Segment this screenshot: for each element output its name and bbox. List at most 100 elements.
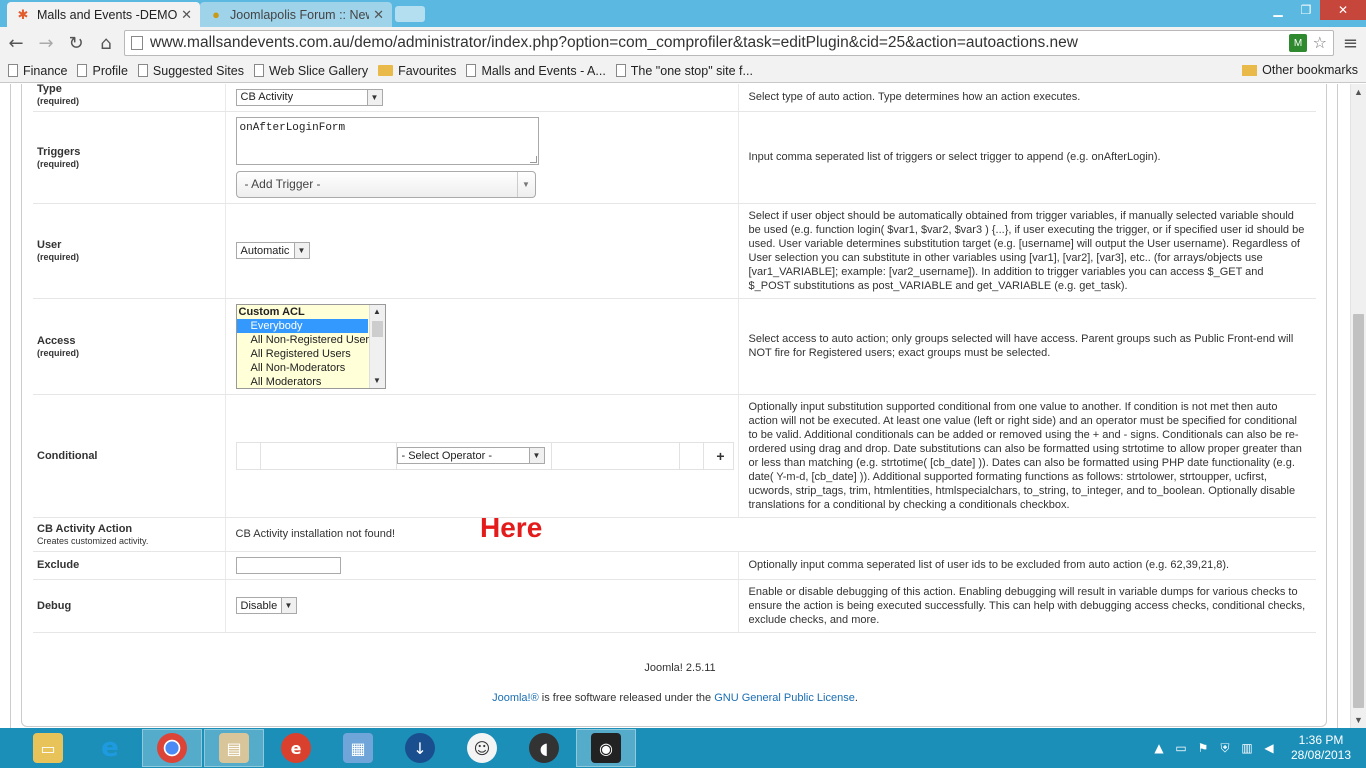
access-option[interactable]: All Registered Users — [237, 347, 385, 361]
type-label: Type — [37, 84, 62, 95]
new-tab-button[interactable] — [395, 6, 425, 22]
scroll-up-icon[interactable]: ▲ — [1351, 84, 1366, 100]
listbox-scrollbar[interactable]: ▲ ▼ — [368, 304, 385, 388]
bookmark-label: Suggested Sites — [152, 63, 244, 78]
window-close-icon[interactable]: ✕ — [1320, 0, 1366, 20]
other-bookmarks[interactable]: Other bookmarks — [1242, 63, 1358, 77]
folder-icon — [378, 65, 394, 76]
debug-select[interactable]: Disable ▼ — [235, 597, 297, 614]
user-required: (required) — [37, 252, 80, 262]
license-end: . — [854, 692, 858, 704]
user-select[interactable]: Automatic ▼ — [235, 242, 310, 259]
taskbar-chrome[interactable] — [142, 729, 202, 767]
operator-select[interactable]: - Select Operator - ▼ — [396, 447, 545, 464]
url-text[interactable]: www.mallsandevents.com.au/demo/administr… — [150, 34, 1078, 52]
tab-close-icon[interactable]: ✕ — [181, 7, 192, 23]
page-content: Type (required) CB Activity ▼ Select typ… — [0, 84, 1350, 728]
cb-activity-not-found: CB Activity installation not found! — [235, 528, 396, 540]
row-triggers: Triggers (required) onAfterLoginForm - A… — [33, 111, 1316, 204]
bookmark-star-icon[interactable]: ☆ — [1313, 33, 1327, 52]
row-cb-activity-action: CB Activity Action Creates customized ac… — [33, 517, 1316, 552]
resize-grip-icon[interactable] — [529, 155, 537, 163]
conditional-label: Conditional — [37, 449, 98, 462]
browser-toolbar: ← → ↻ ⌂ www.mallsandevents.com.au/demo/a… — [0, 27, 1366, 59]
user-select-value: Automatic — [240, 244, 290, 257]
page-icon — [131, 36, 143, 50]
bookmark-web-slice-gallery[interactable]: Web Slice Gallery — [253, 64, 368, 78]
taskbar-file-explorer[interactable]: ▭ — [18, 729, 78, 767]
taskbar-app-e[interactable]: e — [266, 729, 326, 767]
flag-icon[interactable]: ⚑ — [1192, 741, 1214, 755]
conditional-left-value[interactable] — [261, 442, 397, 469]
taskbar-clock[interactable]: 1:36 PM 28/08/2013 — [1286, 733, 1356, 763]
back-arrow-icon[interactable]: ← — [2, 29, 30, 57]
page-icon — [466, 64, 477, 77]
bookmark-one-stop-site[interactable]: The "one stop" site f... — [615, 64, 753, 78]
chrome-menu-icon[interactable]: ≡ — [1343, 33, 1358, 54]
address-bar[interactable]: www.mallsandevents.com.au/demo/administr… — [124, 30, 1334, 56]
bookmark-malls-and-events[interactable]: Malls and Events - A... — [466, 64, 606, 78]
taskbar-download[interactable]: ↓ — [390, 729, 450, 767]
access-option[interactable]: All Moderators — [237, 375, 385, 388]
access-option[interactable]: All Non-Registered Users — [237, 333, 385, 347]
browser-tab-active[interactable]: ✱ Malls and Events -DEMO S ✕ — [7, 2, 200, 27]
joomla-link[interactable]: Joomla!® — [492, 692, 539, 704]
taskbar-explorer-window[interactable]: ▤ — [204, 729, 264, 767]
add-trigger-select[interactable]: - Add Trigger - ▼ — [235, 170, 536, 198]
row-user: User (required) Automatic ▼ Select if us… — [33, 203, 1316, 299]
browser-tab-inactive[interactable]: ● Joomlapolis Forum :: New ✕ — [200, 2, 392, 27]
access-option[interactable]: All Non-Moderators — [237, 361, 385, 375]
drag-handle[interactable] — [237, 442, 261, 469]
minimize-icon[interactable]: ▁ — [1264, 0, 1292, 20]
show-hidden-icons-icon[interactable]: ▲ — [1148, 741, 1170, 755]
taskbar-mascot-app[interactable]: ☺ — [452, 729, 512, 767]
translate-checkbox-cell[interactable] — [680, 442, 704, 469]
forward-arrow-icon[interactable]: → — [32, 29, 60, 57]
bookmark-suggested-sites[interactable]: Suggested Sites — [137, 63, 244, 78]
access-option[interactable]: Everybody — [236, 318, 368, 333]
volume-icon[interactable]: ◀ — [1258, 741, 1280, 755]
bookmark-profile[interactable]: Profile — [77, 64, 128, 78]
page-scrollbar[interactable]: ▲ ▼ — [1350, 84, 1366, 728]
forum-favicon-icon: ● — [212, 7, 220, 22]
scroll-up-icon[interactable]: ▲ — [370, 305, 385, 319]
scroll-down-icon[interactable]: ▼ — [370, 374, 385, 388]
triggers-description: Input comma seperated list of triggers o… — [738, 111, 1316, 204]
taskbar-speaker-app[interactable]: ◖ — [514, 729, 574, 767]
scroll-thumb[interactable] — [371, 320, 383, 337]
tab-close-icon[interactable]: ✕ — [373, 7, 384, 23]
chevron-down-icon: ▼ — [528, 448, 544, 463]
bookmark-finance[interactable]: Finance — [8, 64, 67, 78]
page-icon — [137, 64, 148, 77]
access-listbox[interactable]: Custom ACL Everybody All Non-Registered … — [235, 303, 386, 389]
triggers-textarea[interactable]: onAfterLoginForm — [235, 116, 539, 165]
network-tray-icon[interactable]: ▭ — [1170, 741, 1192, 755]
joomla-favicon-icon: ✱ — [17, 6, 29, 22]
taskbar-camera-app[interactable]: ◉ — [576, 729, 636, 767]
taskbar-internet-explorer[interactable]: e — [80, 729, 140, 767]
reload-icon[interactable]: ↻ — [62, 29, 90, 57]
debug-select-value: Disable — [240, 599, 278, 612]
home-icon[interactable]: ⌂ — [92, 29, 120, 57]
bookmark-label: Favourites — [398, 63, 457, 78]
scroll-down-icon[interactable]: ▼ — [1351, 712, 1366, 728]
wifi-icon[interactable]: ▥ — [1236, 741, 1258, 755]
exclude-input[interactable] — [235, 556, 341, 574]
bookmark-label: Finance — [23, 63, 68, 78]
license-text: is free software released under the — [538, 692, 715, 704]
type-select[interactable]: CB Activity ▼ — [235, 88, 383, 106]
bookmark-favourites[interactable]: Favourites — [378, 64, 456, 78]
scroll-thumb[interactable] — [1353, 314, 1364, 708]
access-group-label: Custom ACL — [238, 305, 305, 318]
chevron-down-icon: ▼ — [280, 598, 296, 613]
gpl-link[interactable]: GNU General Public License — [714, 692, 855, 704]
add-conditional-icon[interactable]: + — [716, 448, 732, 464]
restore-icon[interactable]: ❐ — [1292, 0, 1320, 20]
window-controls: ▁ ❐ ✕ — [1264, 0, 1366, 20]
conditional-row: - Select Operator - ▼ + — [235, 441, 734, 470]
other-bookmarks-label: Other bookmarks — [1262, 63, 1358, 77]
taskbar-control-panel[interactable]: ▦ — [328, 729, 388, 767]
conditional-right-value[interactable] — [552, 442, 680, 469]
extension-icon[interactable]: M — [1289, 34, 1307, 52]
shield-icon[interactable]: ⛨ — [1214, 741, 1236, 756]
